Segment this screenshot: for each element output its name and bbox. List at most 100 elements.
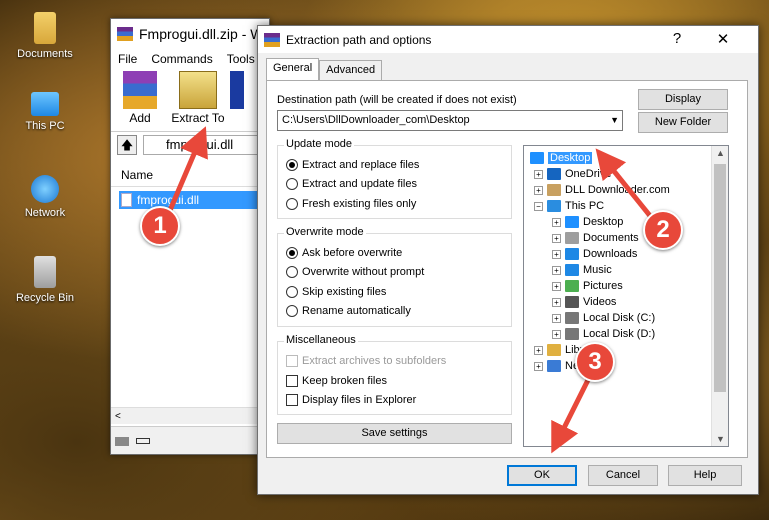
chevron-down-icon[interactable]: ▼	[610, 111, 619, 130]
radio-icon	[286, 178, 298, 190]
desktop-icon-this-pc[interactable]: This PC	[5, 92, 85, 132]
tree-item[interactable]: + Pictures	[552, 278, 623, 294]
callout-2: 2	[643, 210, 683, 250]
column-header-name[interactable]: Name	[111, 163, 269, 187]
scroll-down-icon[interactable]: ▼	[712, 434, 728, 444]
extract-to-icon	[179, 71, 217, 109]
winrar-toolbar: Add Extract To	[111, 69, 269, 131]
extraction-dialog: Extraction path and options ? ✕ General …	[257, 25, 759, 495]
tree-item[interactable]: + Downloads	[552, 246, 637, 262]
tree-item[interactable]: Desktop	[530, 150, 593, 166]
tree-item-label: DLL Downloader.com	[565, 184, 670, 196]
radio-overwrite-without-prompt[interactable]: Overwrite without prompt	[286, 266, 424, 278]
disk-icon	[565, 328, 579, 340]
tree-item[interactable]: + Local Disk (D:)	[552, 326, 655, 342]
expand-icon[interactable]: +	[534, 185, 543, 195]
music-icon	[565, 264, 579, 276]
winrar-title: Fmprogui.dll.zip - W	[139, 26, 264, 42]
desktop-icon-recycle-bin[interactable]: Recycle Bin	[5, 256, 85, 304]
expand-icon[interactable]: +	[552, 329, 561, 339]
tree-item-label: This PC	[565, 200, 605, 212]
expand-icon[interactable]: +	[552, 313, 561, 323]
network-icon	[31, 175, 59, 203]
radio-skip-existing[interactable]: Skip existing files	[286, 286, 386, 298]
save-settings-button[interactable]: Save settings	[277, 423, 512, 444]
tree-vertical-scrollbar[interactable]: ▲ ▼	[711, 146, 728, 446]
file-row[interactable]: fmprogui.dll	[119, 191, 269, 209]
ok-button[interactable]: OK	[507, 465, 577, 486]
address-field[interactable]: fmprogui.dll	[143, 134, 269, 155]
new-folder-button[interactable]: New Folder	[638, 112, 728, 133]
expand-icon[interactable]: +	[552, 281, 561, 291]
tree-item[interactable]: + Documents	[552, 230, 639, 246]
help-button[interactable]: Help	[668, 465, 742, 486]
tree-item-label: Music	[583, 264, 612, 276]
expand-icon[interactable]: −	[534, 201, 543, 211]
test-button[interactable]	[227, 71, 247, 131]
expand-icon[interactable]: +	[534, 361, 543, 371]
destination-path-input[interactable]: C:\Users\DllDownloader_com\Desktop ▼	[277, 110, 623, 131]
recycle-bin-icon	[34, 256, 56, 288]
up-folder-button[interactable]: 🡅	[117, 134, 137, 155]
scroll-up-icon[interactable]: ▲	[712, 148, 728, 158]
close-icon[interactable]: ✕	[708, 30, 738, 48]
winrar-statusbar	[111, 426, 269, 454]
expand-icon[interactable]: +	[552, 217, 561, 227]
tab-advanced[interactable]: Advanced	[319, 60, 383, 80]
tree-item[interactable]: + Desktop	[552, 214, 623, 230]
expand-icon[interactable]: +	[552, 249, 561, 259]
folder-tree[interactable]: Desktop + OneDrive + DLL Downloader.com − This…	[523, 145, 729, 447]
add-button[interactable]: Add	[111, 71, 169, 131]
radio-extract-update[interactable]: Extract and update files	[286, 178, 417, 190]
scroll-thumb[interactable]	[714, 164, 726, 392]
add-archive-icon	[123, 71, 157, 109]
tree-item[interactable]: + Local Disk (C:)	[552, 310, 655, 326]
expand-icon[interactable]: +	[552, 297, 561, 307]
menu-commands[interactable]: Commands	[144, 52, 219, 66]
check-keep-broken[interactable]: Keep broken files	[286, 375, 387, 387]
winrar-titlebar[interactable]: Fmprogui.dll.zip - W	[111, 19, 269, 49]
tree-item-label: Desktop	[583, 216, 624, 228]
checkbox-icon	[286, 375, 298, 387]
tree-item-label: OneDrive	[565, 168, 612, 180]
horizontal-scrollbar[interactable]: <	[111, 407, 269, 424]
tree-item[interactable]: + OneDrive	[534, 166, 611, 182]
expand-icon[interactable]: +	[534, 345, 543, 355]
help-title-button[interactable]: ?	[662, 30, 692, 47]
tree-item-label: Downloads	[583, 248, 638, 260]
disk-icon	[565, 312, 579, 324]
this-pc-icon	[547, 200, 561, 212]
miscellaneous-title: Miscellaneous	[284, 334, 358, 346]
documents-icon	[565, 232, 579, 244]
tree-item[interactable]: + Videos	[552, 294, 616, 310]
cancel-button[interactable]: Cancel	[588, 465, 658, 486]
winrar-window: Fmprogui.dll.zip - W File Commands Tools…	[110, 18, 270, 455]
desktop-icon-network[interactable]: Network	[5, 175, 85, 219]
tree-item[interactable]: + Music	[552, 262, 612, 278]
desktop-icon-documents[interactable]: Documents	[5, 12, 85, 60]
scroll-left-icon[interactable]: <	[115, 411, 121, 422]
dialog-titlebar[interactable]: Extraction path and options ? ✕	[258, 26, 758, 53]
tree-item[interactable]: + Ne	[534, 358, 579, 374]
miscellaneous-group: Miscellaneous Extract archives to subfol…	[277, 334, 512, 415]
menu-file[interactable]: File	[111, 52, 144, 66]
extract-to-button[interactable]: Extract To	[169, 71, 227, 131]
radio-fresh-existing[interactable]: Fresh existing files only	[286, 198, 416, 210]
tab-general[interactable]: General	[266, 58, 320, 80]
expand-icon[interactable]: +	[552, 265, 561, 275]
tree-item[interactable]: − This PC	[534, 198, 604, 214]
expand-icon[interactable]: +	[552, 233, 561, 243]
display-button[interactable]: Display	[638, 89, 728, 110]
documents-folder-icon	[34, 12, 56, 44]
winrar-menubar: File Commands Tools	[111, 49, 269, 69]
radio-selected-icon	[286, 159, 298, 171]
expand-icon[interactable]: +	[534, 169, 543, 179]
winrar-app-icon	[264, 32, 280, 47]
radio-extract-replace[interactable]: Extract and replace files	[286, 159, 419, 171]
check-display-explorer[interactable]: Display files in Explorer	[286, 394, 416, 406]
tree-item[interactable]: + DLL Downloader.com	[534, 182, 670, 198]
radio-rename-automatically[interactable]: Rename automatically	[286, 305, 411, 317]
menu-tools[interactable]: Tools	[220, 52, 262, 66]
radio-ask-before-overwrite[interactable]: Ask before overwrite	[286, 247, 402, 259]
key-icon	[136, 438, 151, 445]
